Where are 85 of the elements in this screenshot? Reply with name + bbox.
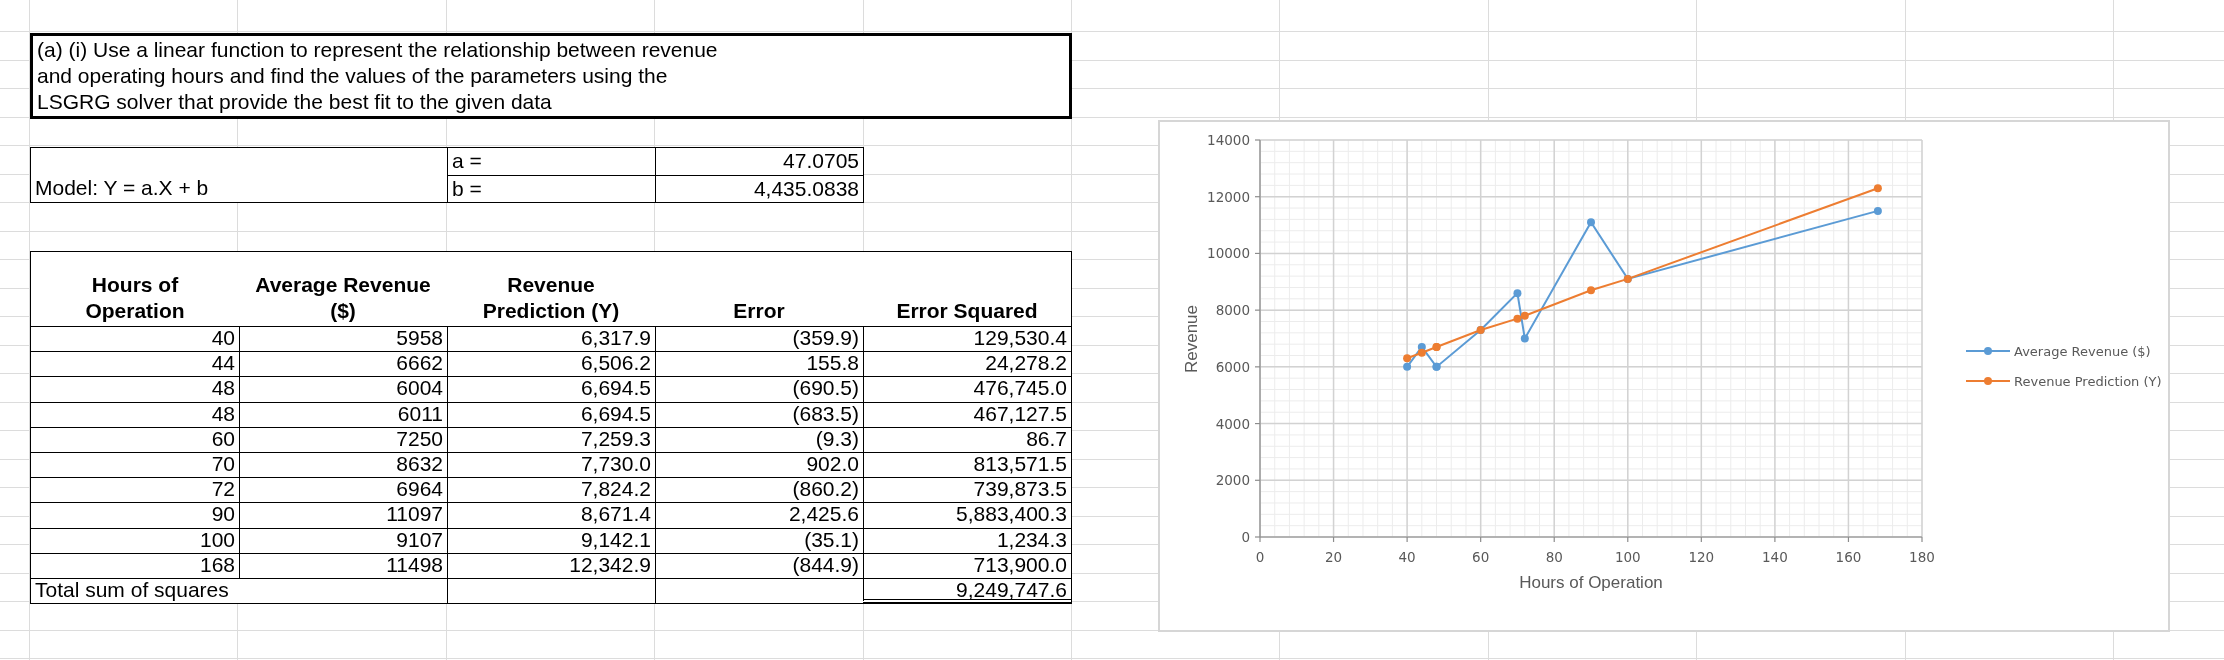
table-cell-text: 44 xyxy=(210,352,236,377)
table-cell: 713,900.0 xyxy=(863,553,1071,578)
table-cell: 5958 xyxy=(239,327,447,352)
table-cell: 6964 xyxy=(239,478,447,503)
table-cell-text: 168 xyxy=(198,553,236,578)
task-text: (a) (i) Use a linear function to represent the relationship between revenue and operating hours and find the values of the parameters using the LSGRG solver that provide the best fit to the given data xyxy=(30,33,1072,119)
legend-label: Revenue Prediction (Y) xyxy=(2014,374,2162,389)
table-cell: 24,278.2 xyxy=(863,352,1071,377)
tick-label: 12000 xyxy=(1207,188,1250,205)
table-cell: 813,571.5 xyxy=(863,452,1071,478)
model-label: Model: Y = a.X + b xyxy=(31,148,448,202)
table-cell: 6,317.9 xyxy=(447,327,655,352)
table-cell: 9,142.1 xyxy=(447,528,655,553)
parameter-name: a = xyxy=(448,148,656,175)
column-header: Hours of Operation xyxy=(84,272,186,324)
column-header: Error Squared xyxy=(896,298,1038,324)
table-cell: 129,530.4 xyxy=(863,327,1071,352)
table-cell: 902.0 xyxy=(655,452,863,478)
table-cell: 467,127.5 xyxy=(863,402,1071,427)
table-cell: (359.9) xyxy=(655,327,863,352)
table-cell: 5,883,400.3 xyxy=(863,503,1071,528)
table-cell-text: 48 xyxy=(210,402,236,427)
table-cell: 7,730.0 xyxy=(447,452,655,478)
table-cell: 6,694.5 xyxy=(447,402,655,427)
table-cell: (690.5) xyxy=(655,377,863,402)
table-cell: 6,506.2 xyxy=(447,352,655,377)
table-cell: (844.9) xyxy=(655,553,863,578)
table-cell-text: 40 xyxy=(210,327,236,351)
axis-title: Hours of Operation xyxy=(1519,573,1663,592)
table-cell: 11097 xyxy=(239,503,447,528)
table-cell-text: 90 xyxy=(210,503,236,528)
table-cell: 1,234.3 xyxy=(863,528,1071,553)
parameter-value: 4,435.0838 xyxy=(752,175,860,202)
tick-label: 0 xyxy=(1255,549,1265,565)
table-cell-text: 48 xyxy=(210,377,236,402)
tick-label: 6000 xyxy=(1215,358,1250,375)
table-cell: (683.5) xyxy=(655,402,863,427)
tick-label: 40 xyxy=(1398,549,1416,565)
table-cell: 8632 xyxy=(239,452,447,478)
axis-title: Revenue xyxy=(1182,304,1201,374)
table-cell: (860.2) xyxy=(655,478,863,503)
tick-label: 2000 xyxy=(1215,472,1250,489)
tick-label: 0 xyxy=(1241,529,1250,545)
tick-label: 160 xyxy=(1835,549,1862,565)
tick-label: 20 xyxy=(1324,549,1343,565)
table-cell: 7,259.3 xyxy=(447,427,655,452)
table-cell: 6662 xyxy=(239,352,447,377)
table-cell: (35.1) xyxy=(655,528,863,553)
tick-label: 14000 xyxy=(1207,132,1250,148)
column-header: Average Revenue ($) xyxy=(254,272,432,324)
table-cell: 11498 xyxy=(239,553,447,578)
column-header: Error xyxy=(733,298,785,324)
table-cell: (9.3) xyxy=(655,427,863,452)
column-header: Revenue Prediction (Y) xyxy=(481,272,621,324)
table-cell-text: 72 xyxy=(210,478,236,503)
tick-label: 60 xyxy=(1472,549,1490,565)
table-cell-text: 100 xyxy=(198,528,236,553)
table-cell: 2,425.6 xyxy=(655,503,863,528)
tick-label: 80 xyxy=(1545,549,1563,565)
parameter-name: b = xyxy=(448,175,656,202)
tick-label: 120 xyxy=(1688,549,1715,565)
tick-label: 100 xyxy=(1614,549,1641,565)
tick-label: 4000 xyxy=(1215,415,1250,432)
total-label: Total sum of squares xyxy=(34,578,230,603)
table-cell: 7,824.2 xyxy=(447,478,655,503)
table-cell: 7250 xyxy=(239,427,447,452)
tick-label: 180 xyxy=(1909,549,1935,565)
table-cell-text: 60 xyxy=(210,427,236,452)
table-cell: 476,745.0 xyxy=(863,377,1071,402)
tick-label: 140 xyxy=(1762,549,1788,565)
table-cell: 155.8 xyxy=(655,352,863,377)
legend-label: Average Revenue ($) xyxy=(2014,344,2151,359)
table-cell-text: 70 xyxy=(210,452,236,477)
table-cell: 739,873.5 xyxy=(863,478,1071,503)
parameter-value: 47.0705 xyxy=(782,148,860,175)
table-cell: 9107 xyxy=(239,528,447,553)
tick-label: 10000 xyxy=(1207,245,1250,262)
table-cell: 12,342.9 xyxy=(447,553,655,578)
table-cell: 86.7 xyxy=(863,427,1071,452)
total-value: 9,249,747.6 xyxy=(863,578,1071,604)
table-cell: 6004 xyxy=(239,377,447,402)
table-cell: 6,694.5 xyxy=(447,377,655,402)
table-cell: 6011 xyxy=(239,402,447,427)
table-cell: 8,671.4 xyxy=(447,503,655,528)
tick-label: 8000 xyxy=(1215,302,1250,319)
